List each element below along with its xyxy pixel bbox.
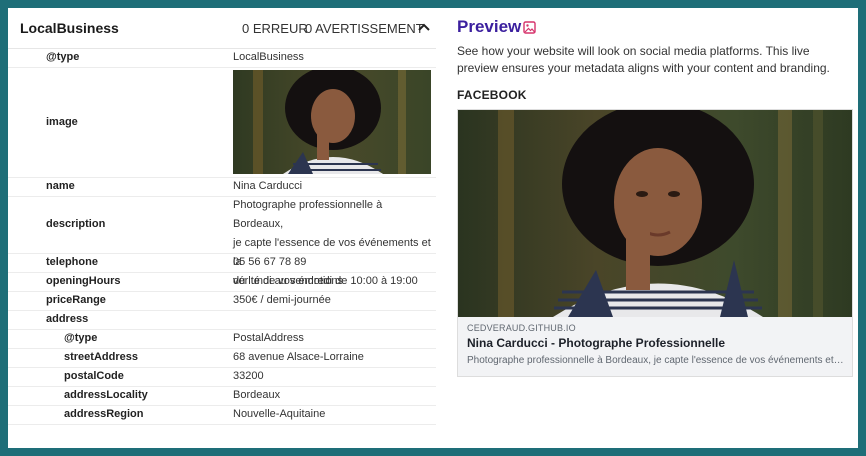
portrait-photo <box>458 110 852 317</box>
row-value: du lundi au vendredi de 10:00 à 19:00 <box>233 275 418 287</box>
row-value: 05 56 67 78 89 <box>233 256 307 268</box>
table-row: description Photographe professionnelle … <box>8 196 436 287</box>
row-key: addressLocality <box>64 389 148 401</box>
row-key: telephone <box>46 256 98 268</box>
row-value: 350€ / demi-journée <box>233 294 331 306</box>
row-value: Bordeaux <box>233 389 281 401</box>
table-row: @type LocalBusiness <box>8 48 436 68</box>
row-value: LocalBusiness <box>233 51 304 63</box>
row-value: Nouvelle-Aquitaine <box>233 408 326 420</box>
row-key: address <box>46 313 89 325</box>
warning-count: 0 AVERTISSEMENT <box>305 21 424 36</box>
schema-title: LocalBusiness <box>20 20 119 36</box>
row-value: 68 avenue Alsace-Lorraine <box>233 351 364 363</box>
table-row: name Nina Carducci <box>8 177 436 197</box>
table-row: openingHours du lundi au vendredi de 10:… <box>8 272 436 292</box>
facebook-label: FACEBOOK <box>457 88 527 102</box>
row-key: @type <box>64 332 98 344</box>
og-domain: CEDVERAUD.GITHUB.IO <box>467 323 576 333</box>
row-key: description <box>46 218 106 230</box>
schema-panel: LocalBusiness 0 ERREUR 0 AVERTISSEMENT @… <box>8 8 448 448</box>
error-count: 0 ERREUR <box>242 21 308 36</box>
preview-title: Preview <box>457 17 522 36</box>
table-row: addressRegion Nouvelle-Aquitaine <box>8 405 436 425</box>
chevron-up-icon[interactable] <box>416 20 432 36</box>
image-thumbnail <box>233 70 431 174</box>
row-key: streetAddress <box>64 351 138 363</box>
row-key: priceRange <box>46 294 106 306</box>
row-key: postalCode <box>64 370 124 382</box>
row-value: Nina Carducci <box>233 180 303 192</box>
portrait-photo <box>233 70 431 174</box>
row-key: addressRegion <box>64 408 144 420</box>
og-title: Nina Carducci - Photographe Professionne… <box>467 336 726 350</box>
table-row: @type PostalAddress <box>8 329 436 349</box>
row-key: image <box>46 116 78 128</box>
table-row: image <box>8 67 436 178</box>
app-frame: LocalBusiness 0 ERREUR 0 AVERTISSEMENT @… <box>8 8 858 448</box>
og-description: Photographe professionnelle à Bordeaux, … <box>467 355 845 366</box>
schema-header[interactable]: LocalBusiness 0 ERREUR 0 AVERTISSEMENT <box>8 8 436 49</box>
table-row: addressLocality Bordeaux <box>8 386 436 406</box>
preview-description: See how your website will look on social… <box>457 44 830 75</box>
row-key: name <box>46 180 75 192</box>
preview-panel: Preview See how your website will look o… <box>457 8 855 448</box>
row-value: 33200 <box>233 370 264 382</box>
og-image <box>458 110 852 317</box>
table-row: postalCode 33200 <box>8 367 436 387</box>
row-key: @type <box>46 51 80 63</box>
row-key: openingHours <box>46 275 121 287</box>
table-row: streetAddress 68 avenue Alsace-Lorraine <box>8 348 436 368</box>
facebook-preview-card[interactable]: CEDVERAUD.GITHUB.IO Nina Carducci - Phot… <box>457 109 853 377</box>
row-value: PostalAddress <box>233 332 304 344</box>
table-row: telephone 05 56 67 78 89 <box>8 253 436 273</box>
description-line: Photographe professionnelle à Bordeaux, <box>233 199 383 230</box>
table-row: priceRange 350€ / demi-journée <box>8 291 436 311</box>
table-row: address <box>8 310 436 330</box>
image-icon <box>523 21 536 34</box>
